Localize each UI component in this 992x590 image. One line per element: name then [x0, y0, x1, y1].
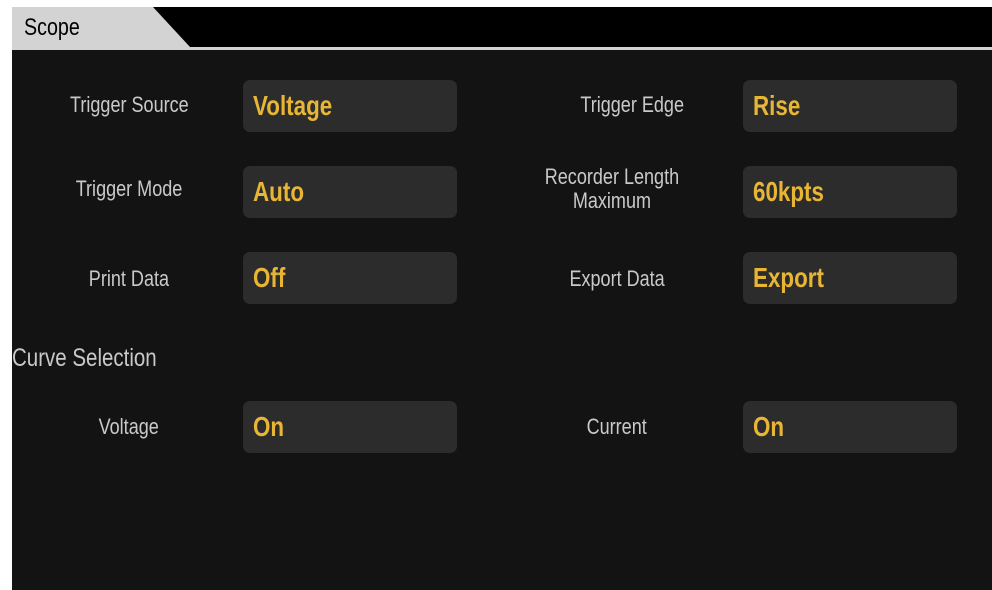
- trigger-edge-value: Rise: [753, 90, 801, 121]
- voltage-curve-value: On: [253, 411, 285, 442]
- current-curve-label: Current: [586, 414, 648, 439]
- current-curve-value: On: [753, 411, 785, 442]
- trigger-edge-label: Trigger Edge: [580, 92, 684, 117]
- header-divider: [12, 47, 992, 50]
- export-data-button[interactable]: Export: [743, 252, 957, 304]
- voltage-curve-label: Voltage: [98, 414, 160, 439]
- curve-selection-title: Curve Selection: [12, 344, 157, 372]
- print-data-label: Print Data: [88, 266, 170, 291]
- recorder-length-maximum-field[interactable]: 60kpts: [743, 166, 957, 218]
- trigger-source-label: Trigger Source: [69, 92, 189, 117]
- current-curve-field[interactable]: On: [743, 401, 957, 453]
- recorder-length-maximum-value: 60kpts: [753, 176, 824, 207]
- tab-scope-label: Scope: [24, 14, 80, 41]
- trigger-source-value: Voltage: [253, 90, 333, 121]
- print-data-value: Off: [253, 262, 286, 293]
- trigger-mode-field[interactable]: Auto: [243, 166, 457, 218]
- trigger-source-field[interactable]: Voltage: [243, 80, 457, 132]
- voltage-curve-field[interactable]: On: [243, 401, 457, 453]
- export-data-value: Export: [753, 262, 824, 293]
- scope-settings-screen: Scope Trigger Source Voltage Trigger Edg…: [12, 7, 992, 590]
- print-data-field[interactable]: Off: [243, 252, 457, 304]
- recorder-length-maximum-label: Recorder Length Maximum: [544, 164, 680, 213]
- trigger-edge-field[interactable]: Rise: [743, 80, 957, 132]
- trigger-mode-label: Trigger Mode: [75, 176, 183, 201]
- trigger-mode-value: Auto: [253, 176, 305, 207]
- export-data-label: Export Data: [569, 266, 665, 291]
